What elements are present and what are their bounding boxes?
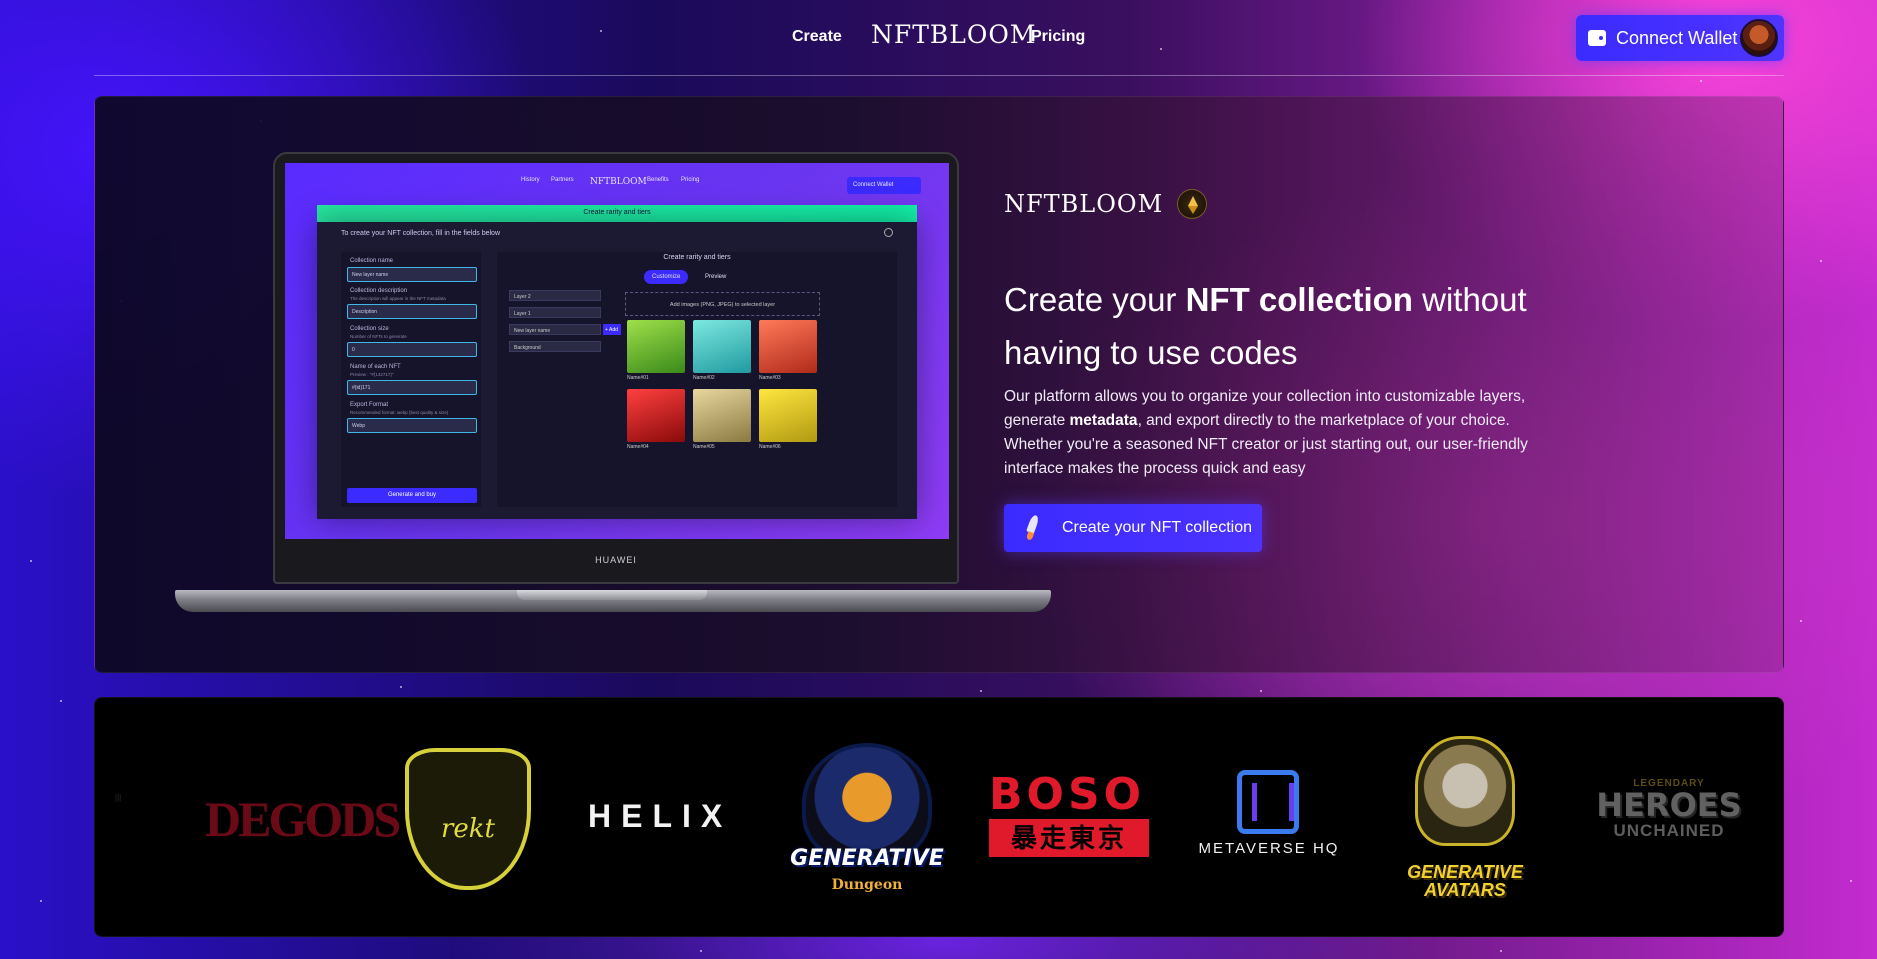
close-icon xyxy=(884,228,893,237)
mini-hint: Number of NFTs to generate xyxy=(350,334,407,339)
mini-label: Name of each NFT xyxy=(350,364,401,370)
dungeon-badge xyxy=(802,743,932,863)
nft-name: Name#01 xyxy=(627,375,649,381)
nft-name: Name#04 xyxy=(627,444,649,450)
hero-card: History Partners NFTBLOOM Benefits Prici… xyxy=(94,96,1784,673)
mini-nav-benefits: Benefits xyxy=(647,177,669,183)
mini-layer: Layer 2 xyxy=(509,290,601,301)
nav-create-link[interactable]: Create xyxy=(792,28,842,46)
mini-hint: Recommended format: webp (best quality &… xyxy=(350,410,449,415)
mini-logo: NFTBLOOM xyxy=(590,177,647,187)
mini-hint: The description will appear in the NFT m… xyxy=(350,296,446,301)
nft-thumb xyxy=(627,389,685,442)
partner-rekt-logo[interactable]: rekt xyxy=(405,748,531,890)
mini-tab-customize: Customize xyxy=(644,270,689,284)
hero-title: Create your NFT collection without havin… xyxy=(1004,273,1624,379)
rekt-shield: rekt xyxy=(405,748,531,890)
mini-panel: To create your NFT collection, fill in t… xyxy=(317,222,917,519)
nft-name: Name#03 xyxy=(759,375,781,381)
mini-label: Collection description xyxy=(350,288,408,294)
hero-logo-row: NFTBLOOM xyxy=(1004,189,1208,219)
nft-thumb xyxy=(693,389,751,442)
boso-text: BOSO xyxy=(989,769,1146,820)
mini-right-title: Create rarity and tiers xyxy=(663,254,731,261)
hero-logo: NFTBLOOM xyxy=(1004,190,1164,218)
partner-generative-avatars-logo[interactable]: GENERATIVE AVATARS xyxy=(1385,736,1545,901)
mini-label: Export Format xyxy=(350,402,389,408)
mini-upload-zone: Add images (PNG, JPEG) to selected layer xyxy=(625,292,820,316)
nft-name: Name#02 xyxy=(693,375,715,381)
hero-description: Our platform allows you to organize your… xyxy=(1004,385,1564,481)
metaverse-text: METAVERSE HQ xyxy=(1198,840,1340,857)
mini-nav: History Partners NFTBLOOM Benefits Prici… xyxy=(285,171,949,194)
mini-nav-pricing: Pricing xyxy=(681,177,700,183)
mini-layer: Layer 1 xyxy=(509,307,601,318)
partner-boso-logo[interactable]: BOSO 暴走東京 xyxy=(989,773,1149,863)
mini-field: #{id}171 xyxy=(347,380,477,395)
partner-degods-logo[interactable]: DEGODS xyxy=(205,758,401,883)
nav-divider xyxy=(94,75,1784,76)
hero-title-pre: Create your xyxy=(1004,281,1186,318)
laptop-mockup: History Partners NFTBLOOM Benefits Prici… xyxy=(273,152,959,584)
mini-add-button: + Add xyxy=(603,324,621,335)
partner-helix-logo[interactable]: HELIX xyxy=(588,798,732,835)
nft-thumb xyxy=(759,389,817,442)
hero-desc-bold: metadata xyxy=(1069,412,1138,429)
mini-select: Webp xyxy=(347,418,477,433)
dungeon-subtext: Dungeon xyxy=(831,877,903,893)
mini-right-panel: Create rarity and tiers Customize Previe… xyxy=(497,252,897,507)
mini-label: Collection name xyxy=(350,258,394,264)
degods-text: DEGODS xyxy=(205,791,401,847)
nft-thumb xyxy=(759,320,817,373)
laptop-brand: HUAWEI xyxy=(595,555,637,565)
mini-nav-partners: Partners xyxy=(551,177,574,183)
rekt-text: rekt xyxy=(440,814,496,844)
create-collection-button[interactable]: Create your NFT collection xyxy=(1004,504,1262,552)
mini-tab-preview: Preview xyxy=(705,274,727,280)
metaverse-icon xyxy=(1237,770,1299,834)
wallet-icon xyxy=(1588,30,1606,46)
nft-thumb xyxy=(627,320,685,373)
mini-field: New layer name xyxy=(347,267,477,282)
nft-name: Name#06 xyxy=(759,444,781,450)
mini-hint: Preview : "#{142717}" xyxy=(350,372,394,377)
nft-name: Name#05 xyxy=(693,444,715,450)
mini-generate-button: Generate and buy xyxy=(347,488,477,503)
heroes-bottom-text: UNCHAINED xyxy=(1613,821,1725,840)
partner-logo-faded: ||| xyxy=(115,793,122,802)
rocket-icon xyxy=(1024,515,1042,541)
avatar[interactable] xyxy=(1740,19,1778,57)
mini-wallet-button: Connect Wallet xyxy=(847,177,921,194)
partner-metaverse-hq-logo[interactable]: METAVERSE HQ xyxy=(1189,770,1349,870)
connect-wallet-button[interactable]: Connect Wallet xyxy=(1576,15,1784,61)
ethereum-icon xyxy=(1177,189,1208,219)
brand-logo[interactable]: NFTBLOOM xyxy=(871,20,1036,49)
mini-layer: New layer name xyxy=(509,324,601,335)
avatars-subtext: AVATARS xyxy=(1424,880,1506,900)
avatars-warrior xyxy=(1415,736,1515,846)
hero-title-bold: NFT collection xyxy=(1185,281,1413,318)
nav-pricing-link[interactable]: Pricing xyxy=(1031,28,1085,46)
mini-layer: Background xyxy=(509,341,601,352)
mini-nav-history: History xyxy=(521,177,540,183)
laptop-notch xyxy=(517,590,707,600)
partners-strip: ||| DEGODS rekt HELIX GENERATIVE Dungeon… xyxy=(94,697,1784,937)
laptop-screen: History Partners NFTBLOOM Benefits Prici… xyxy=(285,163,949,539)
top-nav: Create NFTBLOOM Pricing Connect Wallet xyxy=(0,0,1877,76)
mini-form: Collection name New layer name Collectio… xyxy=(341,252,481,507)
dungeon-text: GENERATIVE xyxy=(790,846,944,871)
mini-field: 0 xyxy=(347,342,477,357)
partner-generative-dungeon-logo[interactable]: GENERATIVE Dungeon xyxy=(787,743,947,893)
mini-intro: To create your NFT collection, fill in t… xyxy=(341,230,500,237)
mini-field: Description xyxy=(347,304,477,319)
connect-wallet-label: Connect Wallet xyxy=(1616,27,1738,48)
boso-kanji: 暴走東京 xyxy=(989,819,1149,857)
mini-banner: Create rarity and tiers xyxy=(317,205,917,222)
mini-label: Collection size xyxy=(350,326,389,332)
partner-legendary-heroes-logo[interactable]: LEGENDARY HEROES UNCHAINED xyxy=(1589,778,1749,858)
nft-thumb xyxy=(693,320,751,373)
heroes-main-text: HEROES xyxy=(1596,786,1742,824)
create-collection-label: Create your NFT collection xyxy=(1062,519,1252,536)
laptop-base xyxy=(175,590,1051,612)
